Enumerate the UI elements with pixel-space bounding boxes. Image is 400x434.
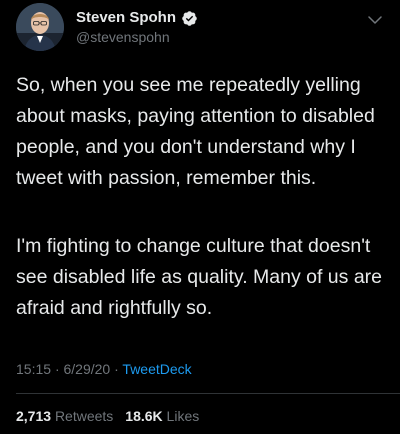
divider — [16, 393, 400, 394]
meta-separator: · — [114, 361, 119, 377]
retweets-stat[interactable]: 2,713 Retweets — [16, 408, 113, 424]
chevron-down-icon[interactable] — [365, 10, 385, 30]
tweet-stats: 2,713 Retweets 18.6K Likes — [16, 408, 199, 425]
tweet-source-link[interactable]: TweetDeck — [122, 361, 191, 377]
likes-stat[interactable]: 18.6K Likes — [125, 408, 199, 424]
avatar-image — [16, 3, 64, 51]
tweet-date[interactable]: 6/29/20 — [64, 361, 111, 377]
likes-count: 18.6K — [125, 408, 163, 424]
retweets-label: Retweets — [54, 408, 114, 424]
tweet-meta: 15:15 · 6/29/20 · TweetDeck — [16, 361, 192, 378]
tweet-text-paragraph: So, when you see me repeatedly yelling a… — [16, 74, 375, 189]
tweet-text-paragraph: I'm fighting to change culture that does… — [16, 235, 383, 319]
author-display-name[interactable]: Steven Spohn — [76, 9, 176, 27]
likes-label: Likes — [166, 408, 200, 424]
author-handle[interactable]: @stevenspohn — [76, 29, 170, 46]
tweet-time[interactable]: 15:15 — [16, 361, 51, 377]
author-name-row[interactable]: Steven Spohn — [76, 9, 198, 27]
verified-badge-icon — [181, 10, 198, 27]
meta-separator: · — [54, 361, 60, 377]
retweets-count: 2,713 — [16, 408, 52, 424]
tweet: Steven Spohn @stevenspohn So, when you s… — [0, 0, 400, 434]
avatar[interactable] — [16, 3, 64, 51]
